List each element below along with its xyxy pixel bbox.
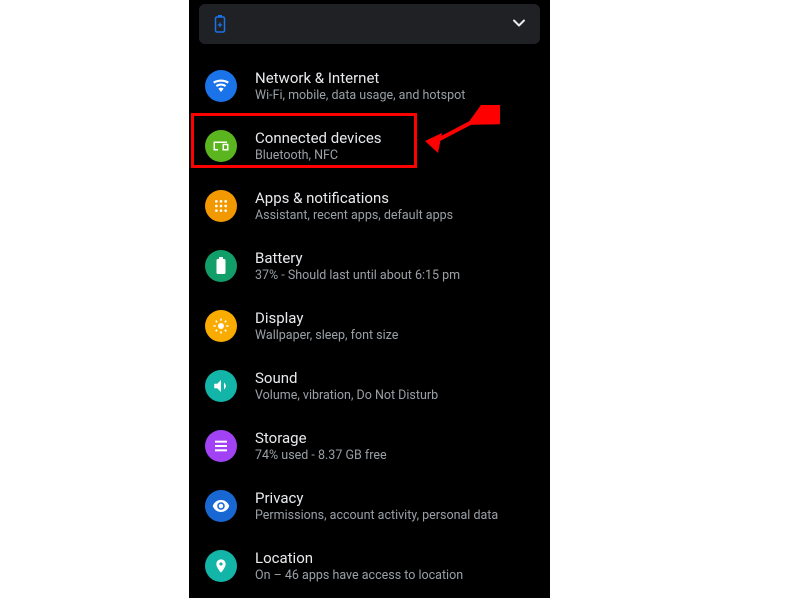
- battery-circle-icon: [205, 250, 237, 282]
- apps-icon: [205, 190, 237, 222]
- item-texts: Sound Volume, vibration, Do Not Disturb: [255, 369, 438, 403]
- settings-item-connected-devices[interactable]: Connected devices Bluetooth, NFC: [189, 116, 550, 176]
- item-subtitle: Volume, vibration, Do Not Disturb: [255, 388, 438, 403]
- item-title: Network & Internet: [255, 69, 465, 87]
- battery-icon: +: [213, 13, 227, 35]
- devices-icon: [205, 130, 237, 162]
- phone-screen: + Network & Internet Wi-Fi, mobile, data…: [189, 0, 550, 598]
- settings-item-battery[interactable]: Battery 37% - Should last until about 6:…: [189, 236, 550, 296]
- item-subtitle: 74% used - 8.37 GB free: [255, 448, 387, 463]
- item-texts: Network & Internet Wi-Fi, mobile, data u…: [255, 69, 465, 103]
- settings-item-network[interactable]: Network & Internet Wi-Fi, mobile, data u…: [189, 56, 550, 116]
- settings-item-storage[interactable]: Storage 74% used - 8.37 GB free: [189, 416, 550, 476]
- item-subtitle: 37% - Should last until about 6:15 pm: [255, 268, 460, 283]
- item-title: Apps & notifications: [255, 189, 453, 207]
- item-texts: Apps & notifications Assistant, recent a…: [255, 189, 453, 223]
- item-subtitle: Bluetooth, NFC: [255, 148, 382, 163]
- item-texts: Location On – 46 apps have access to loc…: [255, 549, 463, 583]
- item-subtitle: Assistant, recent apps, default apps: [255, 208, 453, 223]
- item-subtitle: On – 46 apps have access to location: [255, 568, 463, 583]
- suggestion-banner[interactable]: +: [199, 4, 540, 44]
- display-icon: [205, 310, 237, 342]
- settings-item-location[interactable]: Location On – 46 apps have access to loc…: [189, 536, 550, 596]
- settings-list: Network & Internet Wi-Fi, mobile, data u…: [189, 56, 550, 596]
- item-texts: Privacy Permissions, account activity, p…: [255, 489, 498, 523]
- settings-item-apps[interactable]: Apps & notifications Assistant, recent a…: [189, 176, 550, 236]
- storage-icon: [205, 430, 237, 462]
- item-texts: Battery 37% - Should last until about 6:…: [255, 249, 460, 283]
- item-title: Display: [255, 309, 398, 327]
- sound-icon: [205, 370, 237, 402]
- wifi-icon: [205, 70, 237, 102]
- svg-text:+: +: [218, 21, 223, 31]
- item-title: Connected devices: [255, 129, 382, 147]
- item-title: Privacy: [255, 489, 498, 507]
- item-texts: Display Wallpaper, sleep, font size: [255, 309, 398, 343]
- item-subtitle: Permissions, account activity, personal …: [255, 508, 498, 523]
- item-title: Location: [255, 549, 463, 567]
- settings-item-display[interactable]: Display Wallpaper, sleep, font size: [189, 296, 550, 356]
- privacy-icon: [205, 490, 237, 522]
- item-texts: Storage 74% used - 8.37 GB free: [255, 429, 387, 463]
- settings-item-sound[interactable]: Sound Volume, vibration, Do Not Disturb: [189, 356, 550, 416]
- item-texts: Connected devices Bluetooth, NFC: [255, 129, 382, 163]
- item-title: Battery: [255, 249, 460, 267]
- chevron-down-icon[interactable]: [512, 15, 526, 34]
- settings-item-privacy[interactable]: Privacy Permissions, account activity, p…: [189, 476, 550, 536]
- item-title: Storage: [255, 429, 387, 447]
- location-icon: [205, 550, 237, 582]
- item-subtitle: Wi-Fi, mobile, data usage, and hotspot: [255, 88, 465, 103]
- item-title: Sound: [255, 369, 438, 387]
- item-subtitle: Wallpaper, sleep, font size: [255, 328, 398, 343]
